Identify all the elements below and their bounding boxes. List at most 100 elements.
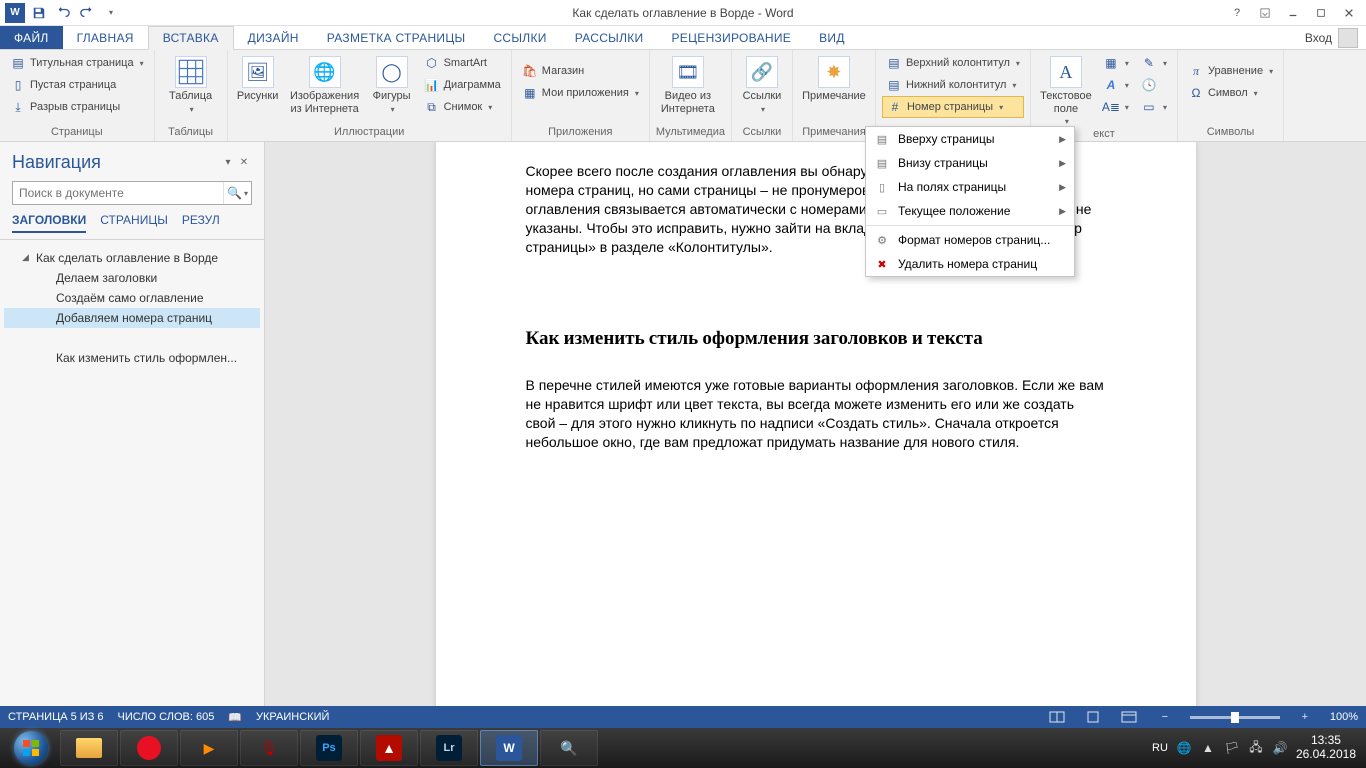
object-button[interactable]: ▭▾ bbox=[1137, 96, 1171, 118]
menu-current-position[interactable]: ▭Текущее положение▶ bbox=[866, 199, 1074, 223]
taskbar-app2[interactable]: 🔍 bbox=[540, 730, 598, 766]
tray-volume-icon[interactable]: 🔊 bbox=[1272, 740, 1288, 756]
tray-lang[interactable]: RU bbox=[1152, 742, 1168, 754]
tab-review[interactable]: РЕЦЕНЗИРОВАНИЕ bbox=[657, 26, 805, 49]
taskbar-photoshop[interactable]: Ps bbox=[300, 730, 358, 766]
taskbar-lightroom[interactable]: Lr bbox=[420, 730, 478, 766]
word-app-icon[interactable]: W bbox=[4, 2, 26, 24]
zoom-level[interactable]: 100% bbox=[1330, 711, 1358, 723]
equation-button[interactable]: πУравнение▾ bbox=[1184, 60, 1277, 82]
tray-clock[interactable]: 13:35 26.04.2018 bbox=[1296, 734, 1356, 762]
online-pictures-button[interactable]: 🌐Изображения из Интернета bbox=[286, 52, 364, 115]
blank-page-button[interactable]: ▯Пустая страница bbox=[6, 74, 148, 96]
tab-design[interactable]: ДИЗАЙН bbox=[234, 26, 313, 49]
view-web-icon[interactable] bbox=[1118, 708, 1140, 726]
nav-close-icon[interactable]: ✕ bbox=[236, 155, 252, 171]
screenshot-button[interactable]: ⧉Снимок▾ bbox=[420, 96, 505, 118]
zoom-in-icon[interactable]: + bbox=[1294, 708, 1316, 726]
page-break-button[interactable]: ⤓Разрыв страницы bbox=[6, 96, 148, 118]
nav-dropdown-icon[interactable]: ▾ bbox=[220, 155, 236, 171]
tray-action-center-icon[interactable]: 🏳 bbox=[1224, 740, 1240, 756]
online-video-button[interactable]: 🎞Видео из Интернета bbox=[656, 52, 720, 115]
maximize-icon[interactable] bbox=[1308, 3, 1334, 23]
nav-tab-pages[interactable]: СТРАНИЦЫ bbox=[100, 213, 168, 233]
page-number-button[interactable]: #Номер страницы▾ bbox=[882, 96, 1024, 118]
nav-tab-results[interactable]: РЕЗУЛ bbox=[182, 213, 220, 233]
cover-page-button[interactable]: ▤Титульная страница▾ bbox=[6, 52, 148, 74]
document-area[interactable]: Скорее всего после создания оглавления в… bbox=[265, 142, 1366, 706]
tab-home[interactable]: ГЛАВНАЯ bbox=[63, 26, 148, 49]
menu-bottom-of-page[interactable]: ▤Внизу страницы▶ bbox=[866, 151, 1074, 175]
wordart-button[interactable]: A▾ bbox=[1099, 74, 1133, 96]
quickparts-button[interactable]: ▦▾ bbox=[1099, 52, 1133, 74]
taskbar-mediaplayer[interactable]: ▶ bbox=[180, 730, 238, 766]
nav-node-3[interactable]: Добавляем номера страниц bbox=[4, 308, 260, 328]
tab-insert[interactable]: ВСТАВКА bbox=[148, 26, 234, 50]
status-words[interactable]: ЧИСЛО СЛОВ: 605 bbox=[118, 711, 215, 723]
header-button[interactable]: ▤Верхний колонтитул▾ bbox=[882, 52, 1024, 74]
signin-area[interactable]: Вход bbox=[1305, 26, 1366, 49]
taskbar-app1[interactable]: 🎙 bbox=[240, 730, 298, 766]
myapps-button[interactable]: ▦Мои приложения▾ bbox=[518, 82, 643, 104]
nav-node-root[interactable]: ◢Как сделать оглавление в Ворде bbox=[4, 248, 260, 268]
store-button[interactable]: 🛍Магазин bbox=[518, 60, 643, 82]
table-button[interactable]: Таблица▾ bbox=[161, 52, 221, 114]
menu-format-page-numbers[interactable]: ⚙Формат номеров страниц... bbox=[866, 228, 1074, 252]
taskbar-opera[interactable] bbox=[120, 730, 178, 766]
dropcap-button[interactable]: A≣▾ bbox=[1099, 96, 1133, 118]
menu-top-of-page[interactable]: ▤Вверху страницы▶ bbox=[866, 127, 1074, 151]
tab-file[interactable]: ФАЙЛ bbox=[0, 26, 63, 49]
view-read-icon[interactable] bbox=[1046, 708, 1068, 726]
nav-node-1[interactable]: Делаем заголовки bbox=[4, 268, 260, 288]
zoom-slider[interactable] bbox=[1190, 716, 1280, 719]
redo-icon[interactable] bbox=[76, 2, 98, 24]
symbol-button[interactable]: ΩСимвол▾ bbox=[1184, 82, 1277, 104]
qat-customize-icon[interactable]: ▾ bbox=[100, 2, 122, 24]
pictures-button[interactable]: 🖼Рисунки bbox=[234, 52, 282, 103]
tab-view[interactable]: ВИД bbox=[805, 26, 859, 49]
start-button[interactable] bbox=[4, 730, 58, 766]
taskbar-explorer[interactable] bbox=[60, 730, 118, 766]
tray-chevron-up-icon[interactable]: ▲ bbox=[1200, 740, 1216, 756]
menu-page-margins[interactable]: ▯На полях страницы▶ bbox=[866, 175, 1074, 199]
taskbar-word[interactable]: W bbox=[480, 730, 538, 766]
taskbar: ▶ 🎙 Ps ▲ Lr W 🔍 RU 🌐 ▲ 🏳 🖧 🔊 13:35 26.04… bbox=[0, 728, 1366, 768]
group-media-label: Мультимедиа bbox=[656, 124, 725, 141]
chart-button[interactable]: 📊Диаграмма bbox=[420, 74, 505, 96]
zoom-out-icon[interactable]: − bbox=[1154, 708, 1176, 726]
comment-button[interactable]: ✸Примечание bbox=[799, 52, 869, 103]
signature-button[interactable]: ✎▾ bbox=[1137, 52, 1171, 74]
footer-button[interactable]: ▤Нижний колонтитул▾ bbox=[882, 74, 1024, 96]
tray-network-icon[interactable]: 🖧 bbox=[1248, 740, 1264, 756]
help-icon[interactable]: ? bbox=[1224, 3, 1250, 23]
status-proofing-icon[interactable]: 📖 bbox=[228, 711, 242, 724]
pictures-label: Рисунки bbox=[237, 90, 279, 103]
search-icon[interactable]: 🔍▾ bbox=[223, 182, 251, 204]
smartart-button[interactable]: ⬡SmartArt bbox=[420, 52, 505, 74]
ribbon-display-icon[interactable] bbox=[1252, 3, 1278, 23]
links-button[interactable]: 🔗Ссылки▾ bbox=[738, 52, 786, 114]
menu-label: Формат номеров страниц... bbox=[898, 233, 1050, 247]
zoom-thumb[interactable] bbox=[1231, 712, 1239, 723]
status-page[interactable]: СТРАНИЦА 5 ИЗ 6 bbox=[8, 711, 104, 723]
tab-layout[interactable]: РАЗМЕТКА СТРАНИЦЫ bbox=[313, 26, 480, 49]
nav-tab-headings[interactable]: ЗАГОЛОВКИ bbox=[12, 213, 86, 233]
avatar-icon bbox=[1338, 28, 1358, 48]
tab-mailings[interactable]: РАССЫЛКИ bbox=[561, 26, 658, 49]
datetime-button[interactable]: 🕓 bbox=[1137, 74, 1171, 96]
status-language[interactable]: УКРАИНСКИЙ bbox=[256, 711, 329, 723]
minimize-icon[interactable] bbox=[1280, 3, 1306, 23]
save-icon[interactable] bbox=[28, 2, 50, 24]
close-icon[interactable] bbox=[1336, 3, 1362, 23]
nav-node-4[interactable]: Как изменить стиль оформлен... bbox=[4, 348, 260, 368]
shapes-button[interactable]: ◯Фигуры▾ bbox=[368, 52, 416, 114]
taskbar-acrobat[interactable]: ▲ bbox=[360, 730, 418, 766]
undo-icon[interactable] bbox=[52, 2, 74, 24]
menu-remove-page-numbers[interactable]: ✖Удалить номера страниц bbox=[866, 252, 1074, 276]
nav-node-2[interactable]: Создаём само оглавление bbox=[4, 288, 260, 308]
view-print-icon[interactable] bbox=[1082, 708, 1104, 726]
search-input[interactable] bbox=[13, 182, 223, 204]
textbox-button[interactable]: AТекстовое поле▾ bbox=[1037, 52, 1095, 126]
tray-globe-icon[interactable]: 🌐 bbox=[1176, 740, 1192, 756]
tab-references[interactable]: ССЫЛКИ bbox=[479, 26, 560, 49]
